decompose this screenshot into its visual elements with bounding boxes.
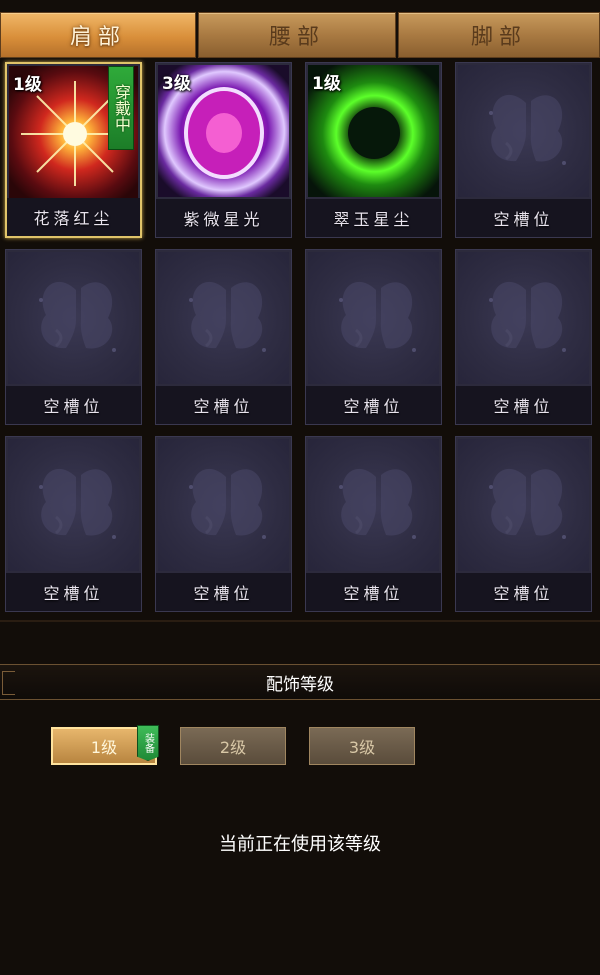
slot-name: 空槽位 xyxy=(156,386,291,424)
accessory-art xyxy=(458,439,589,571)
level-2-button[interactable]: 2级 xyxy=(180,727,286,765)
accessory-art xyxy=(158,252,289,384)
slot-name: 空槽位 xyxy=(6,386,141,424)
grade-panel-title: 配饰等级 xyxy=(266,674,334,695)
accessory-art xyxy=(158,439,289,571)
slot-name: 空槽位 xyxy=(306,386,441,424)
butterfly-icon xyxy=(339,281,416,352)
slot-name: 空槽位 xyxy=(306,573,441,611)
accessory-art xyxy=(458,65,589,197)
level-button-label: 3级 xyxy=(348,738,376,757)
accessory-slot-6[interactable]: 空槽位 xyxy=(155,249,292,425)
butterfly-icon xyxy=(39,468,116,539)
butterfly-icon xyxy=(189,468,266,539)
butterfly-icon xyxy=(489,94,566,165)
slot-name: 空槽位 xyxy=(6,573,141,611)
tab-label: 腰部 xyxy=(268,25,325,50)
accessory-slot-11[interactable]: 空槽位 xyxy=(305,436,442,612)
level-3-button[interactable]: 3级 xyxy=(309,727,415,765)
accessory-art xyxy=(308,252,439,384)
accessory-art xyxy=(8,439,139,571)
butterfly-icon xyxy=(489,281,566,352)
accessory-art xyxy=(8,252,139,384)
tab-waist[interactable]: 腰部 xyxy=(198,12,396,58)
butterfly-icon xyxy=(489,468,566,539)
slot-name: 空槽位 xyxy=(456,199,591,237)
tab-label: 肩部 xyxy=(69,25,126,50)
level-status-text: 当前正在使用该等级 xyxy=(219,834,381,855)
slot-level: 3级 xyxy=(162,74,191,94)
accessory-slot-7[interactable]: 空槽位 xyxy=(305,249,442,425)
slot-name: 空槽位 xyxy=(456,386,591,424)
accessory-slot-9[interactable]: 空槽位 xyxy=(5,436,142,612)
grade-panel-header: 配饰等级 xyxy=(0,664,600,700)
wearing-badge: 穿戴中 xyxy=(108,66,134,150)
accessory-slot-10[interactable]: 空槽位 xyxy=(155,436,292,612)
accessory-slot-3[interactable]: 1级 翠玉星尘 xyxy=(305,62,442,238)
accessory-slot-4[interactable]: 空槽位 xyxy=(455,62,592,238)
slot-name: 紫微星光 xyxy=(156,199,291,237)
slot-name: 翠玉星尘 xyxy=(306,199,441,237)
equipment-tab-bar: 肩部 腰部 脚部 xyxy=(0,12,600,58)
slot-level: 1级 xyxy=(312,74,341,94)
accessory-slot-1[interactable]: 1级 穿戴中 花落红尘 xyxy=(5,62,142,238)
accessory-slot-8[interactable]: 空槽位 xyxy=(455,249,592,425)
divider xyxy=(0,620,600,622)
slot-level: 1级 xyxy=(13,75,42,95)
slot-name: 空槽位 xyxy=(456,573,591,611)
accessory-slot-2[interactable]: 3级 紫微星光 xyxy=(155,62,292,238)
tab-label: 脚部 xyxy=(470,25,527,50)
level-button-label: 1级 xyxy=(90,738,118,757)
equip-badge: 装备 xyxy=(137,725,159,761)
accessory-slot-12[interactable]: 空槽位 xyxy=(455,436,592,612)
butterfly-icon xyxy=(39,281,116,352)
accessory-art xyxy=(308,439,439,571)
slot-name: 空槽位 xyxy=(156,573,291,611)
tab-shoulder[interactable]: 肩部 xyxy=(0,12,196,58)
accessory-slot-5[interactable]: 空槽位 xyxy=(5,249,142,425)
butterfly-icon xyxy=(189,281,266,352)
tab-feet[interactable]: 脚部 xyxy=(398,12,600,58)
slot-name: 花落红尘 xyxy=(7,198,140,236)
level-button-label: 2级 xyxy=(219,738,247,757)
accessory-art xyxy=(458,252,589,384)
butterfly-icon xyxy=(339,468,416,539)
